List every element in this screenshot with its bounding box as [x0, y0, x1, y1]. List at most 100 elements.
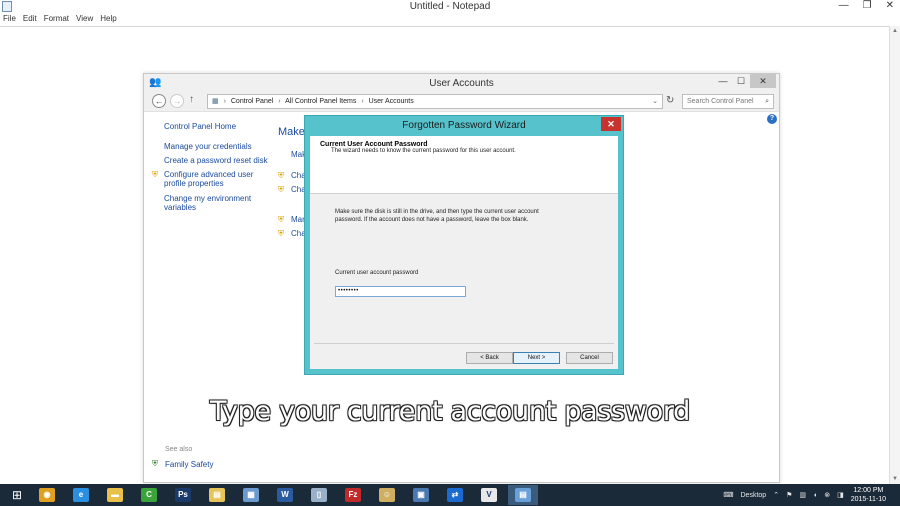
taskbar-app-word[interactable]: W: [270, 485, 300, 505]
scroll-down-icon[interactable]: ▼: [892, 476, 898, 482]
wizard-header: Current User Account Password The wizard…: [310, 136, 618, 194]
menu-view[interactable]: View: [76, 14, 93, 26]
menu-file[interactable]: File: [3, 14, 16, 26]
taskbar-app-teamviewer[interactable]: ⇄: [440, 485, 470, 505]
user-accounts-titlebar: 👥 User Accounts — ☐ ✕: [144, 74, 779, 92]
tray-extra-icon[interactable]: ◨: [837, 491, 844, 499]
people-icon: ☺: [379, 488, 395, 502]
notepad-titlebar: Untitled - Notepad — ❐ ✕: [0, 0, 900, 14]
wizard-separator: [314, 343, 614, 344]
flag-icon[interactable]: ⚑: [786, 491, 792, 499]
shield-icon: ⛨: [278, 185, 284, 194]
shield-icon: ⛨: [278, 215, 284, 224]
clock-date: 2015-11-10: [850, 496, 886, 503]
taskbar-app-file[interactable]: ▯: [304, 485, 334, 505]
refresh-icon[interactable]: ↻: [666, 95, 674, 106]
address-bar[interactable]: ▦ › Control Panel › All Control Panel It…: [207, 94, 663, 109]
see-also-label: See also: [165, 446, 193, 453]
taskbar-app-explorer[interactable]: ▬: [100, 485, 130, 505]
family-safety-icon: ⛨: [152, 459, 158, 468]
windows-logo-icon: ⊞: [11, 488, 23, 502]
cancel-button[interactable]: Cancel: [566, 352, 613, 364]
notepad-restore-button[interactable]: ❐: [863, 0, 872, 11]
taskbar-app-chrome[interactable]: ◉: [32, 485, 62, 505]
wizard-title: Forgotten Password Wizard: [402, 120, 526, 131]
ie-icon: e: [73, 488, 89, 502]
forward-arrow-icon[interactable]: →: [170, 94, 184, 108]
taskbar-app-filezilla[interactable]: Fz: [338, 485, 368, 505]
wizard-close-button[interactable]: ✕: [601, 117, 621, 131]
network-tray-icon[interactable]: ▥: [799, 491, 806, 499]
help-icon[interactable]: ?: [767, 114, 777, 124]
password-field-label: Current user account password: [335, 270, 419, 276]
notepad-close-button[interactable]: ✕: [886, 0, 894, 11]
back-button[interactable]: < Back: [466, 352, 513, 364]
notepad-menubar: File Edit Format View Help: [0, 14, 900, 26]
ua-maximize-button[interactable]: ☐: [732, 74, 750, 88]
taskbar-app-folder[interactable]: ▤: [202, 485, 232, 505]
photoshop-icon: Ps: [175, 488, 191, 502]
password-field[interactable]: ••••••••: [335, 286, 466, 297]
taskbar-app-ie[interactable]: e: [66, 485, 96, 505]
taskbar-app-greenapp[interactable]: C: [134, 485, 164, 505]
ua-minimize-button[interactable]: —: [714, 74, 732, 88]
word-icon: W: [277, 488, 293, 502]
start-button[interactable]: ⊞: [2, 485, 32, 505]
sidebar-configure-profile[interactable]: Configure advanced user profile properti…: [164, 170, 259, 188]
ua-close-button[interactable]: ✕: [750, 74, 776, 88]
volume-icon[interactable]: ◖: [813, 492, 817, 499]
taskbar-app-people[interactable]: ☺: [372, 485, 402, 505]
up-arrow-icon[interactable]: ↑: [189, 94, 194, 105]
family-safety-link[interactable]: Family Safety: [165, 460, 213, 469]
scroll-up-icon[interactable]: ▲: [892, 28, 898, 34]
notification-icon[interactable]: ⊗: [824, 491, 830, 499]
wizard-header-title: Current User Account Password: [320, 141, 428, 148]
navigation-bar: ← → ↑ ▦ › Control Panel › All Control Pa…: [144, 92, 779, 112]
shield-icon: ⛨: [152, 170, 158, 179]
breadcrumb-control-panel[interactable]: Control Panel: [231, 98, 273, 105]
taskbar-app-document[interactable]: ▦: [236, 485, 266, 505]
wizard-header-subtitle: The wizard needs to know the current pas…: [331, 148, 516, 154]
menu-help[interactable]: Help: [100, 14, 116, 26]
menu-edit[interactable]: Edit: [23, 14, 37, 26]
search-input[interactable]: Search Control Panel ⌕: [682, 94, 774, 109]
taskbar-app-photoshop[interactable]: Ps: [168, 485, 198, 505]
back-arrow-icon[interactable]: ←: [152, 94, 166, 108]
search-placeholder: Search Control Panel: [687, 98, 754, 105]
control-panel-icon: ▦: [212, 98, 219, 105]
sidebar-create-reset-disk[interactable]: Create a password reset disk: [164, 156, 268, 165]
breadcrumb-all-items[interactable]: All Control Panel Items: [285, 98, 356, 105]
teamviewer-icon: ⇄: [447, 488, 463, 502]
greenapp-icon: C: [141, 488, 157, 502]
clock-time: 12:00 PM: [853, 487, 884, 494]
keyboard-icon[interactable]: ⌨: [723, 491, 733, 499]
user-accounts-title: User Accounts: [429, 78, 494, 89]
taskbar: ⊞ ◉ e ▬ C Ps ▤ ▦ W ▯ Fz ☺ ▣ ⇄ V ▤ ⌨ Desktop ⌃ ⚑ ▥ ◖ ⊗ …: [0, 484, 900, 506]
breadcrumb-user-accounts[interactable]: User Accounts: [369, 98, 414, 105]
taskbar-app-vnc[interactable]: V: [474, 485, 504, 505]
system-tray: ⌨ Desktop ⌃ ⚑ ▥ ◖ ⊗ ◨ 12:00 PM 2015-11-1…: [723, 484, 900, 506]
control-panel-icon: ▤: [515, 488, 531, 502]
taskbar-app-network[interactable]: ▣: [406, 485, 436, 505]
tutorial-caption: Type your current account password: [209, 396, 690, 427]
chevron-down-icon[interactable]: ⌄: [652, 95, 658, 108]
sidebar-environment-variables[interactable]: Change my environment variables: [164, 194, 259, 212]
forgotten-password-wizard: Forgotten Password Wizard ✕ Current User…: [304, 115, 624, 375]
desktop-label[interactable]: Desktop: [741, 492, 767, 499]
vnc-icon: V: [481, 488, 497, 502]
sidebar-control-panel-home[interactable]: Control Panel Home: [164, 122, 236, 131]
explorer-icon: ▬: [107, 488, 123, 502]
menu-format[interactable]: Format: [44, 14, 69, 26]
clock[interactable]: 12:00 PM 2015-11-10: [851, 486, 886, 504]
file-icon: ▯: [311, 488, 327, 502]
chrome-icon: ◉: [39, 488, 55, 502]
network-icon: ▣: [413, 488, 429, 502]
sidebar-manage-credentials[interactable]: Manage your credentials: [164, 142, 252, 151]
notepad-minimize-button[interactable]: —: [839, 0, 849, 11]
show-hidden-icons-icon[interactable]: ⌃: [773, 491, 779, 499]
taskbar-app-control-panel[interactable]: ▤: [508, 485, 538, 505]
folder-icon: ▤: [209, 488, 225, 502]
filezilla-icon: Fz: [345, 488, 361, 502]
search-icon[interactable]: ⌕: [765, 95, 769, 108]
next-button[interactable]: Next >: [513, 352, 560, 364]
